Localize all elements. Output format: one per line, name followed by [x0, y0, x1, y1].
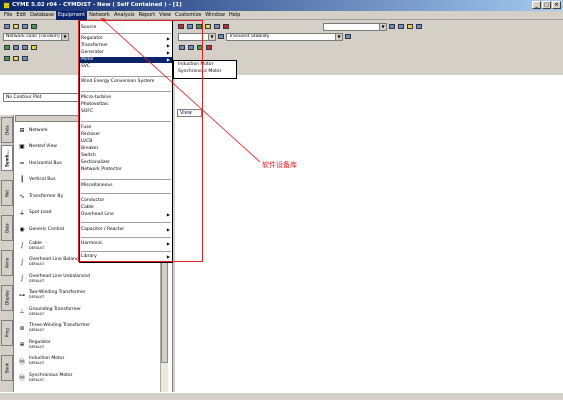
motor-icon: Ⓜ: [18, 358, 25, 366]
list-item[interactable]: ⊛ Three-Winding Transformer DEFAULT: [15, 320, 160, 337]
contour-plot-value: No Contour Plot: [6, 95, 42, 100]
move-icon[interactable]: [30, 44, 38, 52]
study-select[interactable]: ▼: [323, 22, 387, 31]
cable-icon: ∫: [20, 242, 24, 250]
section-icon[interactable]: [12, 44, 20, 52]
menu-help[interactable]: Help: [227, 11, 242, 20]
close-button[interactable]: ×: [552, 1, 561, 9]
open-icon[interactable]: [12, 23, 20, 31]
tab-symbols[interactable]: Symb...: [1, 145, 13, 171]
tab-annotation[interactable]: Anno: [1, 250, 13, 276]
generic-control-icon: ◉: [19, 225, 25, 233]
grounding-transformer-icon: ⊥: [19, 308, 25, 316]
find-icon[interactable]: [388, 23, 396, 31]
menu-bar: File Edit Database Equipment Network Ana…: [0, 10, 563, 20]
menu-analysis[interactable]: Analysis: [112, 11, 137, 20]
chevron-down-icon: ▼: [335, 33, 342, 40]
search-icon[interactable]: [397, 23, 405, 31]
network-color-value: Network color (random): [6, 33, 60, 39]
list-item[interactable]: Ⓜ Synchronous Motor DEFAULT: [15, 370, 160, 387]
app-icon: [3, 2, 10, 9]
node-icon[interactable]: [3, 44, 11, 52]
menu-customize[interactable]: Customize: [173, 11, 203, 20]
three-winding-transformer-icon: ⊛: [19, 324, 25, 332]
document-area[interactable]: [175, 75, 563, 400]
chevron-down-icon: ▼: [61, 33, 68, 40]
nested-view-icon: ▣: [19, 143, 25, 151]
list-item[interactable]: ⊕ Regulator DEFAULT: [15, 337, 160, 354]
vertical-bus-icon: ┃: [20, 176, 24, 184]
menu-edit[interactable]: Edit: [14, 11, 28, 20]
annotation-label: 软件设备库: [262, 161, 297, 169]
tab-display[interactable]: Display: [1, 285, 13, 311]
line-icon: ∫: [20, 258, 24, 266]
tab-data[interactable]: Data: [1, 117, 13, 143]
title-bar: CYME 5.02 r04 - CYMDIST - New ( Self Con…: [0, 0, 563, 11]
flag-icon[interactable]: [12, 55, 20, 63]
stop-icon[interactable]: [222, 23, 230, 31]
annotation-box: [78, 20, 203, 262]
motor-icon: Ⓜ: [18, 375, 25, 383]
maximize-button[interactable]: □: [542, 1, 551, 9]
panel-tabs: Data Symb... Net Data Anno Display Prog …: [0, 115, 14, 400]
transient-value: Transient Stability: [229, 33, 270, 39]
menu-network[interactable]: Network: [87, 11, 112, 20]
align-icon[interactable]: [217, 33, 225, 41]
run-icon[interactable]: [204, 23, 212, 31]
list-item[interactable]: ⊶ Two-Winding Transformer DEFAULT: [15, 287, 160, 304]
tab-data-2[interactable]: Data: [1, 215, 13, 241]
zoom-in-icon[interactable]: [415, 23, 423, 31]
list-item[interactable]: ∫ Overhead Line Unbalanced DEFAULT: [15, 271, 160, 288]
tab-progress[interactable]: Prog: [1, 320, 13, 346]
list-item[interactable]: Ⓜ Induction Motor DEFAULT: [15, 353, 160, 370]
network-color-select[interactable]: Network color (random) ▼: [3, 32, 69, 41]
chevron-down-icon: ▼: [208, 33, 215, 40]
menu-file[interactable]: File: [2, 11, 14, 20]
transformer-icon: ⊶: [19, 291, 25, 299]
check-icon[interactable]: [3, 55, 11, 63]
undo-icon[interactable]: [30, 23, 38, 31]
new-icon[interactable]: [3, 23, 11, 31]
tag-icon[interactable]: [21, 55, 29, 63]
transient-select[interactable]: Transient Stability ▼: [226, 32, 343, 41]
grid-icon[interactable]: [21, 44, 29, 52]
delete-icon[interactable]: [205, 44, 213, 52]
menu-window[interactable]: Window: [203, 11, 227, 20]
menu-database[interactable]: Database: [28, 11, 56, 20]
menu-view[interactable]: View: [157, 11, 173, 20]
spot-load-icon: ⏚: [18, 210, 25, 218]
status-bar: [0, 392, 563, 400]
menu-equipment[interactable]: Equipment: [55, 10, 88, 20]
locate-icon[interactable]: [406, 23, 414, 31]
toolbar-row-2: Network color (random) ▼: [0, 31, 69, 42]
list-item[interactable]: ⊥ Grounding Transformer DEFAULT: [15, 304, 160, 321]
save-icon[interactable]: [21, 23, 29, 31]
window-title: CYME 5.02 r04 - CYMDIST - New ( Self Con…: [12, 2, 182, 8]
tab-net[interactable]: Net: [1, 180, 13, 206]
transformer-icon: ∿: [19, 192, 25, 200]
settings-icon[interactable]: [344, 33, 352, 41]
menu-report[interactable]: Report: [137, 11, 158, 20]
network-icon: ⊞: [19, 126, 25, 134]
toolbar-row-4: [0, 53, 29, 64]
window-controls: _ □ ×: [532, 1, 561, 9]
line-icon: ∫: [20, 275, 24, 283]
horizontal-bus-icon: ━: [20, 159, 24, 167]
chevron-down-icon: ▼: [379, 23, 386, 30]
tab-book[interactable]: Book: [1, 355, 13, 381]
toolbar-row-3: [0, 42, 38, 53]
minimize-button[interactable]: _: [532, 1, 541, 9]
print-icon[interactable]: [213, 23, 221, 31]
regulator-icon: ⊕: [19, 341, 25, 349]
